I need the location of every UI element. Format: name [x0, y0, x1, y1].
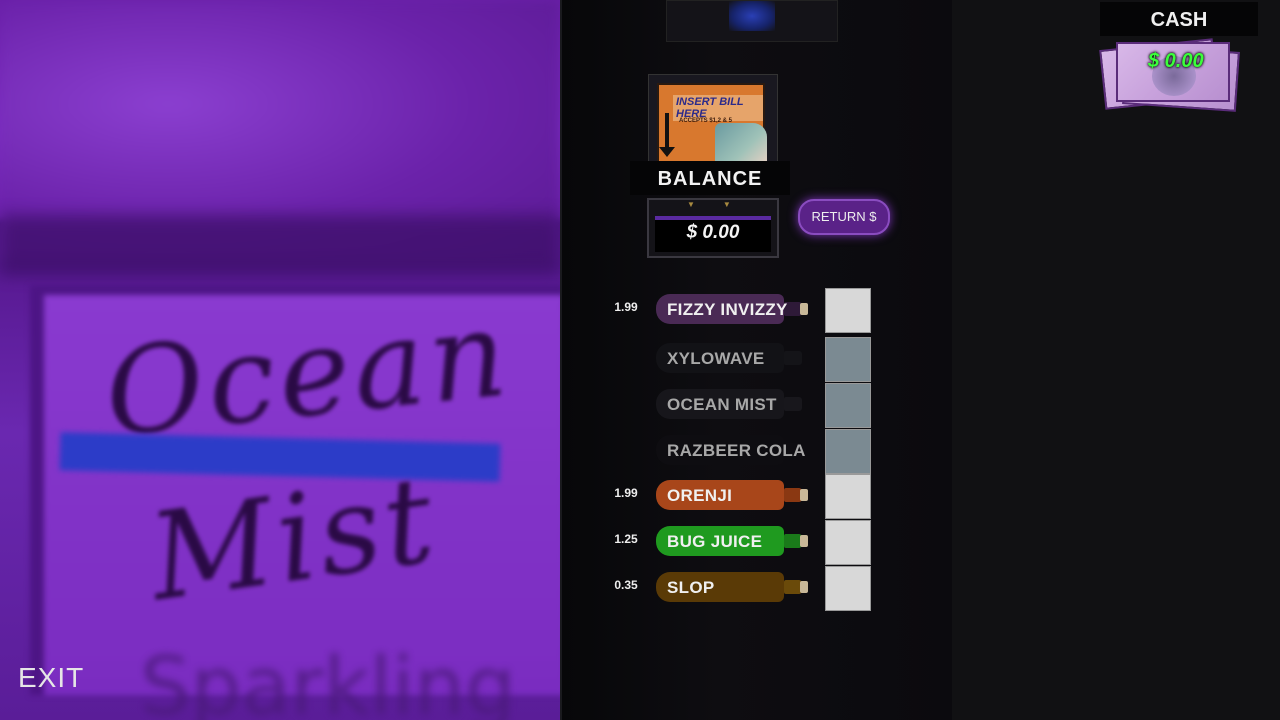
product-select-button[interactable]	[825, 429, 871, 474]
product-price: 1.99	[614, 486, 638, 500]
product-select-button[interactable]	[825, 474, 871, 519]
product-row: XYLOWAVE	[600, 337, 880, 382]
product-row: 1.99 ORENJI	[600, 474, 880, 519]
product-price: 1.25	[614, 532, 638, 546]
product-name: OCEAN MIST	[667, 395, 777, 414]
indicator-arrows: ▼▼	[687, 200, 759, 209]
product-price: 1.99	[614, 300, 638, 314]
product-name: RAZBEER COLA	[667, 441, 806, 460]
bottle-cap	[800, 489, 808, 501]
product-row: 1.99 FIZZY INVIZZY	[600, 288, 880, 333]
product-select-button[interactable]	[825, 520, 871, 565]
product-row: 1.25 BUG JUICE	[600, 520, 880, 565]
bottle-cap	[800, 581, 808, 593]
product-select-button[interactable]	[825, 288, 871, 333]
return-money-button[interactable]: RETURN $	[798, 199, 890, 235]
product-name: FIZZY INVIZZY	[667, 300, 788, 319]
product-row: RAZBEER COLA	[600, 429, 880, 474]
product-name: BUG JUICE	[667, 532, 763, 551]
product-select-button[interactable]	[825, 566, 871, 611]
product-name: ORENJI	[667, 486, 733, 505]
product-row: 0.35 SLOP	[600, 566, 880, 611]
poster-word-sparkling: Sparkling	[140, 640, 516, 720]
product-name: SLOP	[667, 578, 715, 597]
bottle-cap	[800, 303, 808, 315]
balance-label: BALANCE	[630, 161, 790, 195]
cash-value: $ 0.00	[1148, 50, 1204, 72]
poster-band	[0, 215, 560, 275]
dispenser-slot	[666, 0, 838, 42]
product-select-button[interactable]	[825, 337, 871, 382]
bottle-neck	[784, 397, 802, 411]
down-arrow-icon	[659, 113, 675, 157]
bill-sticker: INSERT BILL HERE ACCEPTS $1,2 & 5	[657, 83, 767, 167]
product-row: OCEAN MIST	[600, 383, 880, 428]
product-name: XYLOWAVE	[667, 349, 765, 368]
bottle-neck	[784, 351, 802, 365]
hand-with-bill-icon	[715, 123, 767, 165]
balance-display: ▼▼ $ 0.00	[647, 198, 779, 258]
product-price: 0.35	[614, 578, 638, 592]
slot-light	[729, 1, 775, 31]
cash-label: CASH	[1100, 2, 1258, 36]
balance-screen: $ 0.00	[655, 216, 771, 252]
background-poster: Ocean Mist Sparkling	[0, 0, 560, 720]
exit-button[interactable]: EXIT	[18, 662, 84, 694]
bottle-cap	[800, 535, 808, 547]
product-select-button[interactable]	[825, 383, 871, 428]
balance-value: $ 0.00	[686, 222, 740, 243]
